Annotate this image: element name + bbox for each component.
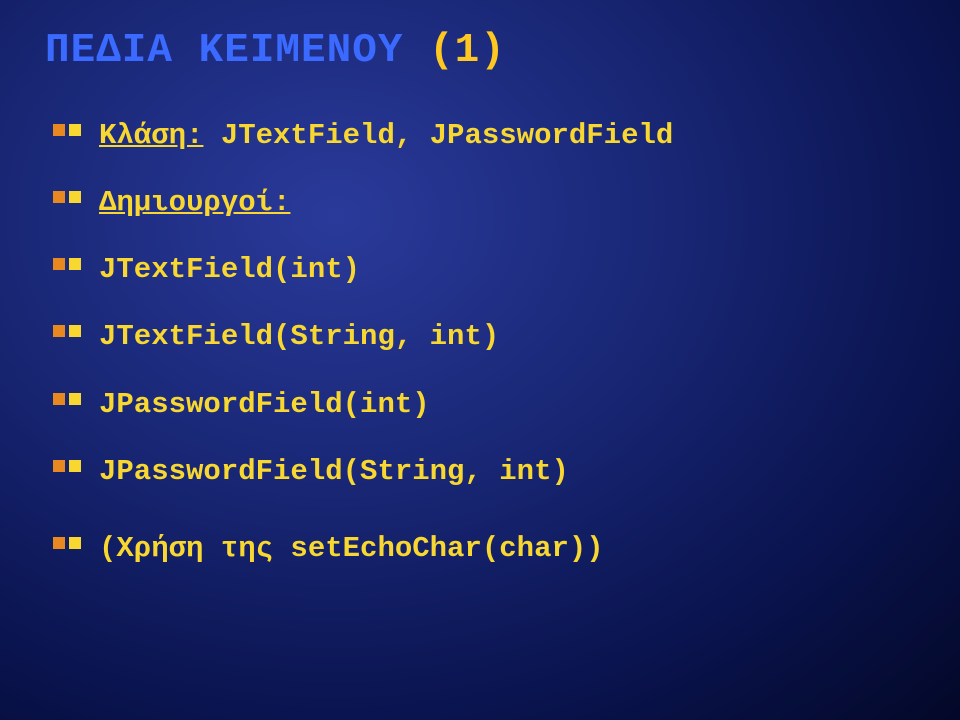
content-area: Κλάση: JTextField, JPasswordField Δημιου… xyxy=(45,116,915,568)
title-main: ΠΕΔΙΑ ΚΕΙΜΕΝΟΥ xyxy=(45,28,403,74)
bullet-icon xyxy=(53,191,85,203)
list-item: Κλάση: JTextField, JPasswordField xyxy=(53,116,915,155)
line-text: Κλάση: JTextField, JPasswordField xyxy=(99,116,673,155)
line-rest: JTextField, JPasswordField xyxy=(203,119,673,152)
line-text: JTextField(String, int) xyxy=(99,317,499,356)
title-number: (1) xyxy=(429,28,506,74)
list-item: JTextField(String, int) xyxy=(53,317,915,356)
list-item: (Χρήση της setEchoChar(char)) xyxy=(53,529,915,568)
slide: ΠΕΔΙΑ ΚΕΙΜΕΝΟΥ (1) Κλάση: JTextField, JP… xyxy=(0,0,960,568)
list-item: JPasswordField(int) xyxy=(53,385,915,424)
line-text: JPasswordField(int) xyxy=(99,385,430,424)
list-item: JTextField(int) xyxy=(53,250,915,289)
bullet-icon xyxy=(53,124,85,136)
line-text: JTextField(int) xyxy=(99,250,360,289)
line-text: (Χρήση της setEchoChar(char)) xyxy=(99,529,604,568)
bullet-icon xyxy=(53,460,85,472)
line-label: Κλάση: xyxy=(99,119,203,152)
line-text: JPasswordField(String, int) xyxy=(99,452,569,491)
list-item: Δημιουργοί: xyxy=(53,183,915,222)
bullet-icon xyxy=(53,258,85,270)
bullet-icon xyxy=(53,537,85,549)
slide-title: ΠΕΔΙΑ ΚΕΙΜΕΝΟΥ (1) xyxy=(45,28,915,74)
list-item: JPasswordField(String, int) xyxy=(53,452,915,491)
line-text: Δημιουργοί: xyxy=(99,183,290,222)
bullet-icon xyxy=(53,393,85,405)
bullet-icon xyxy=(53,325,85,337)
